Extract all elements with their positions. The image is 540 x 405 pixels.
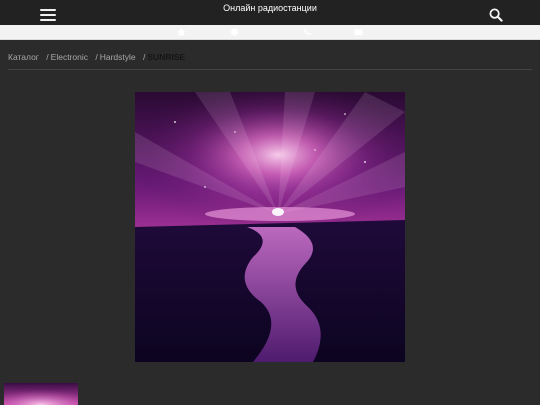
site-title: Онлайн радиостанции [223,3,317,13]
info-icon[interactable] [230,28,239,36]
breadcrumb-separator: / [143,52,146,62]
contact-icon-bar [0,25,540,40]
phone-icon[interactable] [303,28,312,36]
search-icon[interactable] [489,8,503,22]
station-thumbnail[interactable] [4,383,78,405]
breadcrumb-item-catalog[interactable]: Каталог [8,52,39,62]
breadcrumb-item-hardstyle[interactable]: Hardstyle [100,52,136,62]
mail-icon[interactable] [354,28,363,36]
breadcrumb-separator: / [95,52,98,62]
home-icon[interactable] [177,28,186,36]
top-navbar: Онлайн радиостанции [0,0,540,25]
breadcrumb-item-electronic[interactable]: Electronic [51,52,88,62]
breadcrumb-separator: / [46,52,49,62]
breadcrumb: Каталог / Electronic / Hardstyle / SUNRISE [8,52,532,62]
breadcrumb-current: SUNRISE [147,52,186,62]
breadcrumb-divider [8,69,532,70]
station-cover-image [135,92,405,362]
